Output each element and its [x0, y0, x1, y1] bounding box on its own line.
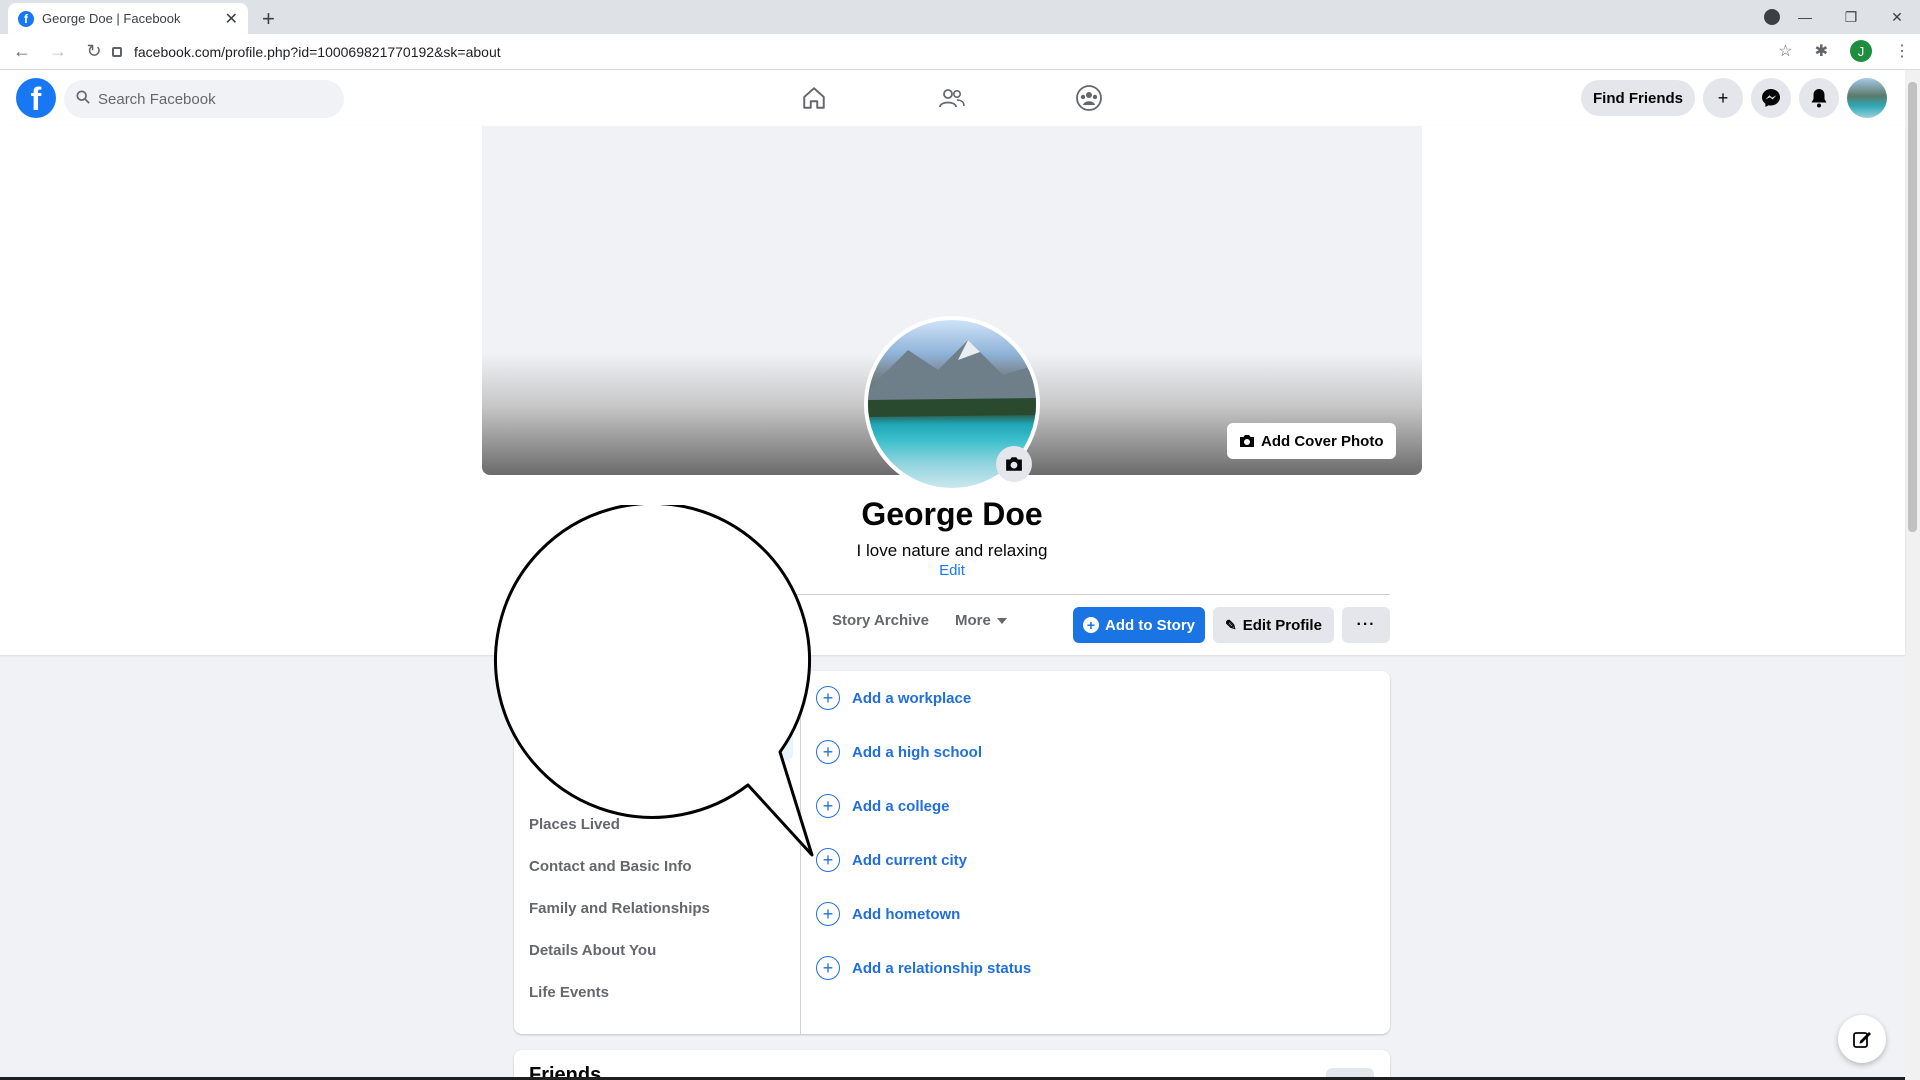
- close-window-button[interactable]: ✕: [1874, 9, 1920, 26]
- bookmark-star-icon[interactable]: ☆: [1778, 41, 1792, 61]
- tab-close-button[interactable]: ✕: [225, 9, 238, 29]
- lock-icon[interactable]: [112, 47, 122, 57]
- add-current-city-link[interactable]: + Add current city: [816, 848, 967, 872]
- facebook-header: f Find Friends +: [0, 70, 1905, 126]
- add-high-school-link[interactable]: + Add a high school: [816, 740, 982, 764]
- reload-icon[interactable]: ↻: [80, 41, 108, 62]
- browser-menu-icon[interactable]: ⋮: [1894, 41, 1910, 61]
- messenger-icon[interactable]: [1751, 78, 1791, 118]
- speech-bubble-overlay: [494, 505, 814, 857]
- camera-icon: [1006, 457, 1022, 471]
- find-friends-button[interactable]: Find Friends: [1581, 80, 1695, 116]
- browser-tab-bar: f George Doe | Facebook ✕ + — ❐ ✕: [0, 0, 1920, 34]
- add-relationship-status-link[interactable]: + Add a relationship status: [816, 956, 1031, 980]
- facebook-search[interactable]: [64, 80, 344, 118]
- browser-tab[interactable]: f George Doe | Facebook ✕: [8, 3, 248, 34]
- camera-icon: [1240, 435, 1254, 447]
- add-to-story-label: Add to Story: [1105, 616, 1195, 634]
- pencil-icon: ✎: [1225, 616, 1237, 633]
- compose-icon: [1853, 1032, 1871, 1048]
- about-nav-details-about-you[interactable]: Details About You: [529, 942, 656, 959]
- address-bar-actions: ☆ ✱ J ⋮: [1778, 40, 1910, 62]
- profile-more-options-button[interactable]: ···: [1342, 607, 1390, 643]
- home-icon[interactable]: [799, 84, 829, 112]
- back-icon[interactable]: ←: [8, 41, 36, 62]
- tab-search-icon[interactable]: [1764, 9, 1780, 25]
- add-to-story-button[interactable]: + Add to Story: [1073, 607, 1205, 643]
- caret-down-icon: [996, 618, 1007, 625]
- new-message-button[interactable]: [1838, 1015, 1886, 1063]
- url-field[interactable]: facebook.com/profile.php?id=100069821770…: [112, 38, 1792, 66]
- tab-story-archive[interactable]: Story Archive: [832, 612, 929, 629]
- window-controls: — ❐ ✕: [1782, 0, 1920, 34]
- friends-card: [514, 1050, 1390, 1080]
- add-cover-photo-button[interactable]: Add Cover Photo: [1227, 423, 1396, 459]
- plus-icon: +: [1083, 617, 1099, 633]
- header-actions: Find Friends +: [1581, 78, 1887, 118]
- browser-profile-avatar[interactable]: J: [1850, 40, 1872, 62]
- add-current-city-label: Add current city: [852, 851, 968, 869]
- search-icon: [76, 90, 90, 108]
- add-college-link[interactable]: + Add a college: [816, 794, 950, 818]
- add-workplace-label: Add a workplace: [852, 689, 972, 707]
- edit-profile-button[interactable]: ✎ Edit Profile: [1213, 607, 1334, 643]
- add-workplace-link[interactable]: + Add a workplace: [816, 686, 971, 710]
- add-relationship-status-label: Add a relationship status: [852, 959, 1032, 977]
- extensions-icon[interactable]: ✱: [1815, 41, 1828, 61]
- add-college-label: Add a college: [852, 797, 950, 815]
- tab-more[interactable]: More: [955, 612, 1007, 629]
- tab-more-label: More: [955, 612, 991, 629]
- add-hometown-label: Add hometown: [852, 905, 961, 923]
- add-high-school-label: Add a high school: [852, 743, 982, 761]
- add-hometown-link[interactable]: + Add hometown: [816, 902, 960, 926]
- plus-circle-icon: +: [816, 956, 840, 980]
- friends-icon[interactable]: [937, 84, 967, 112]
- update-profile-picture-button[interactable]: [996, 446, 1032, 482]
- restore-button[interactable]: ❐: [1828, 9, 1874, 26]
- url-text: facebook.com/profile.php?id=100069821770…: [134, 44, 501, 60]
- facebook-logo[interactable]: f: [16, 78, 56, 118]
- create-button[interactable]: +: [1703, 78, 1743, 118]
- notifications-icon[interactable]: [1799, 78, 1839, 118]
- account-avatar[interactable]: [1847, 78, 1887, 118]
- add-cover-photo-label: Add Cover Photo: [1261, 432, 1384, 450]
- about-nav-family-relationships[interactable]: Family and Relationships: [529, 900, 710, 917]
- minimize-button[interactable]: —: [1782, 9, 1828, 25]
- about-nav-life-events[interactable]: Life Events: [529, 984, 609, 1001]
- edit-profile-label: Edit Profile: [1242, 616, 1322, 634]
- search-input[interactable]: [98, 90, 318, 108]
- address-bar: ← → ↻ facebook.com/profile.php?id=100069…: [0, 34, 1920, 70]
- groups-icon[interactable]: [1074, 84, 1104, 112]
- facebook-favicon-icon: f: [18, 10, 34, 27]
- plus-circle-icon: +: [816, 902, 840, 926]
- page-scrollbar-thumb[interactable]: [1908, 82, 1917, 532]
- tab-title: George Doe | Facebook: [42, 11, 181, 26]
- new-tab-button[interactable]: +: [262, 6, 275, 32]
- forward-icon[interactable]: →: [44, 41, 72, 62]
